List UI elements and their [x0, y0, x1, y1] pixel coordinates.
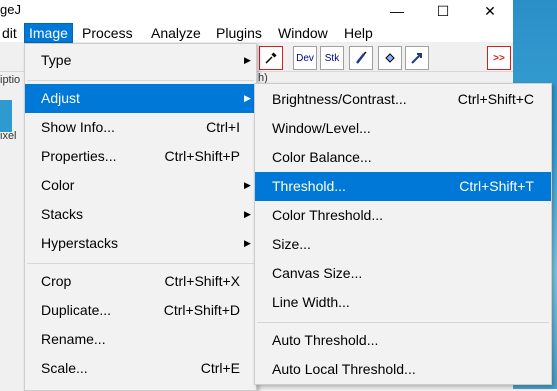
flood-fill-tool-icon[interactable] [378, 46, 402, 70]
menu-item-label: Duplicate... [41, 302, 112, 318]
menu-item-crop[interactable]: Crop Ctrl+Shift+X [25, 267, 256, 296]
submenu-arrow-icon: ▶ [244, 238, 251, 248]
menu-item-size[interactable]: Size... [255, 230, 551, 259]
menu-item-label: Auto Local Threshold... [272, 361, 416, 377]
menu-item-label: Line Width... [272, 294, 350, 310]
dev-label: Dev [296, 52, 314, 64]
menu-item-label: Color Balance... [272, 149, 372, 165]
menu-window[interactable]: Window [274, 24, 332, 42]
menu-item-stacks[interactable]: Stacks ▶ [25, 200, 256, 229]
menu-item-label: Crop [41, 273, 72, 289]
dev-tool-button[interactable]: Dev [293, 46, 317, 70]
menu-item-label: Brightness/Contrast... [272, 91, 407, 107]
menu-separator [27, 80, 254, 81]
stk-tool-button[interactable]: Stk [320, 46, 344, 70]
menu-item-label: Show Info... [41, 119, 115, 135]
menu-item-rename[interactable]: Rename... [25, 325, 256, 354]
menu-separator [27, 263, 254, 264]
submenu-arrow-icon: ▶ [244, 55, 251, 65]
menu-item-shortcut: Ctrl+E [200, 360, 240, 376]
menu-item-color-threshold[interactable]: Color Threshold... [255, 201, 551, 230]
menu-item-type[interactable]: Type ▶ [25, 46, 256, 75]
menu-help[interactable]: Help [340, 24, 377, 42]
menu-separator [257, 322, 549, 323]
maximize-button[interactable]: ☐ [420, 0, 466, 22]
menu-item-label: Window/Level... [272, 120, 371, 136]
minimize-button[interactable]: — [374, 0, 420, 22]
menu-item-label: Properties... [41, 148, 117, 164]
menu-item-label: Rename... [41, 331, 106, 347]
menu-process[interactable]: Process [78, 24, 137, 42]
menu-item-show-info[interactable]: Show Info... Ctrl+I [25, 113, 256, 142]
menu-item-shortcut: Ctrl+Shift+D [163, 302, 240, 318]
menu-item-canvas-size[interactable]: Canvas Size... [255, 259, 551, 288]
submenu-arrow-icon: ▶ [244, 93, 251, 103]
title-bar: geJ — ☐ ✕ [0, 0, 513, 22]
menu-plugins[interactable]: Plugins [212, 24, 266, 42]
menu-item-label: Hyperstacks [41, 235, 119, 251]
submenu-arrow-icon: ▶ [244, 180, 251, 190]
brush-tool-icon[interactable] [349, 46, 373, 70]
menu-item-scale[interactable]: Scale... Ctrl+E [25, 354, 256, 383]
menu-item-adjust[interactable]: Adjust ▶ [25, 84, 256, 113]
menu-item-color[interactable]: Color ▶ [25, 171, 256, 200]
status-fragment: iptio [0, 74, 21, 86]
menu-item-label: Type [41, 52, 72, 68]
menu-item-auto-threshold[interactable]: Auto Threshold... [255, 326, 551, 355]
menu-item-properties[interactable]: Properties... Ctrl+Shift+P [25, 142, 256, 171]
more-label: >> [493, 52, 505, 64]
menu-item-label: Color [41, 177, 75, 193]
adjust-submenu: Brightness/Contrast... Ctrl+Shift+C Wind… [254, 83, 552, 385]
menu-item-shortcut: Ctrl+Shift+C [457, 91, 534, 107]
menu-item-label: Color Threshold... [272, 207, 384, 223]
menu-item-label: Scale... [41, 360, 88, 376]
arrow-tool-icon[interactable] [405, 46, 429, 70]
submenu-arrow-icon: ▶ [244, 209, 251, 219]
menu-item-window-level[interactable]: Window/Level... [255, 114, 551, 143]
menu-item-label: Canvas Size... [272, 265, 363, 281]
menu-item-shortcut: Ctrl+Shift+T [459, 178, 534, 194]
menu-item-shortcut: Ctrl+Shift+X [164, 273, 240, 289]
menu-item-threshold[interactable]: Threshold... Ctrl+Shift+T [255, 172, 551, 201]
menu-bar: dit Image Process Analyze Plugins Window… [0, 22, 513, 43]
menu-item-label: Auto Threshold... [272, 332, 379, 348]
stk-label: Stk [324, 52, 340, 64]
menu-item-line-width[interactable]: Line Width... [255, 288, 551, 317]
more-tools-button[interactable]: >> [487, 46, 511, 70]
menu-item-hyperstacks[interactable]: Hyperstacks ▶ [25, 229, 256, 258]
menu-item-shortcut: Ctrl+Shift+P [164, 148, 240, 164]
menu-item-label: Adjust [41, 90, 80, 106]
menu-item-label: Size... [272, 236, 311, 252]
menu-item-color-balance[interactable]: Color Balance... [255, 143, 551, 172]
menu-item-auto-local-threshold[interactable]: Auto Local Threshold... [255, 355, 551, 384]
image-menu: Type ▶ Adjust ▶ Show Info... Ctrl+I Prop… [24, 43, 257, 391]
menu-analyze[interactable]: Analyze [147, 24, 205, 42]
menu-item-shortcut: Ctrl+I [206, 119, 240, 135]
window-title: geJ [0, 2, 21, 17]
menu-item-brightness-contrast[interactable]: Brightness/Contrast... Ctrl+Shift+C [255, 85, 551, 114]
menu-item-label: Stacks [41, 206, 84, 222]
menu-item-duplicate[interactable]: Duplicate... Ctrl+Shift+D [25, 296, 256, 325]
menu-edit[interactable]: dit [0, 24, 21, 42]
dropper-tool-icon[interactable] [259, 46, 283, 70]
desktop-strip [0, 100, 12, 132]
menu-image[interactable]: Image [24, 23, 73, 43]
menu-item-label: Threshold... [272, 178, 346, 194]
close-button[interactable]: ✕ [467, 0, 513, 22]
